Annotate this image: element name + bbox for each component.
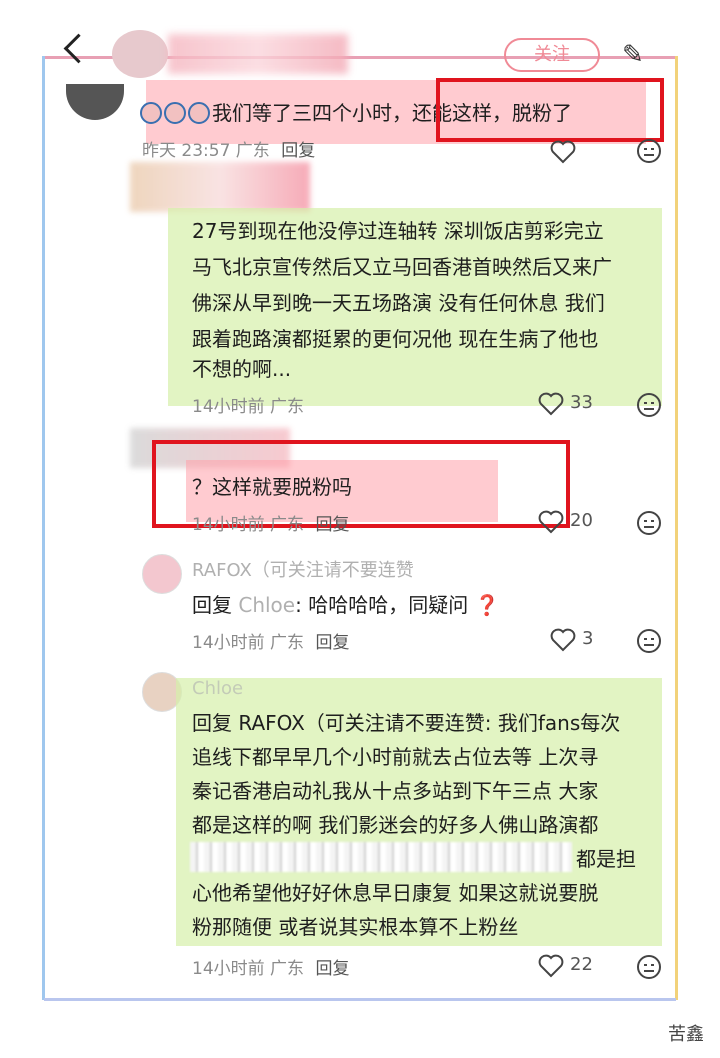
- avatar[interactable]: [66, 84, 124, 120]
- comment-text-line: 追线下都早早几个小时前就去占位去等 上次寻: [192, 745, 599, 769]
- comment-text: 回复 Chloe: 哈哈哈哈，同疑问 ❓: [192, 593, 500, 617]
- reply-button[interactable]: 回复: [315, 515, 349, 535]
- comment-text-line: 跟着跑路演都挺累的更何况他 现在生病了他也: [192, 327, 599, 351]
- redacted-text: [190, 842, 572, 872]
- like-count: 3: [582, 628, 594, 649]
- username[interactable]: RAFOX（可关注请不要连赞: [192, 554, 414, 588]
- comment-meta: 14小时前 广东 回复: [192, 959, 350, 979]
- heart-icon[interactable]: [550, 140, 576, 164]
- dislike-icon[interactable]: [636, 954, 662, 980]
- comment-meta: 昨天 23:57 广东 回复: [142, 141, 316, 161]
- comment-text-line: 都是担: [576, 847, 636, 871]
- comment-meta: 14小时前 广东 回复: [192, 633, 350, 653]
- comment-meta: 14小时前 广东: [192, 397, 305, 417]
- like-count: 20: [570, 510, 593, 531]
- comment-text-line: 秦记香港启动礼我从十点多站到下午三点 大家: [192, 779, 599, 803]
- author-avatar[interactable]: [112, 30, 168, 78]
- red-annotation-box: [436, 78, 664, 142]
- watermark: 苦鑫: [668, 1024, 704, 1045]
- avatar[interactable]: [130, 162, 310, 212]
- frame-bottom-border: [44, 998, 676, 1001]
- comment-text-line: 佛深从早到晚一天五场路演 没有任何休息 我们: [192, 291, 605, 315]
- comment-text-line: 都是这样的啊 我们影迷会的好多人佛山路演都: [192, 813, 599, 837]
- follow-button[interactable]: 关注: [504, 38, 600, 72]
- comment-meta: 14小时前 广东 回复: [192, 515, 350, 535]
- author-name-blurred: [168, 34, 348, 74]
- emoji-icon: [188, 102, 210, 124]
- reply-button[interactable]: 回复: [281, 141, 315, 161]
- comment-text-line: 心他希望他好好休息早日康复 如果这就说要脱: [192, 881, 599, 905]
- comment-text-line: 粉那随便 或者说其实根本算不上粉丝: [192, 915, 519, 939]
- share-icon[interactable]: ✎: [622, 40, 644, 70]
- frame-left-border: [42, 56, 45, 1000]
- like-count: 22: [570, 954, 593, 975]
- comment-text-line: 回复 RAFOX（可关注请不要连赞: 我们fans每次: [192, 711, 621, 735]
- comment-text-line: 27号到现在他没停过连轴转 深圳饭店剪彩完立: [192, 219, 604, 243]
- heart-icon[interactable]: [538, 510, 564, 534]
- dislike-icon[interactable]: [636, 138, 662, 164]
- question-emoji: ❓: [474, 593, 500, 617]
- reply-button[interactable]: 回复: [315, 959, 349, 979]
- frame-right-border: [675, 56, 678, 1000]
- comment-text-line: 不想的啊...: [192, 357, 292, 381]
- dislike-icon[interactable]: [636, 628, 662, 654]
- heart-icon[interactable]: [538, 392, 564, 416]
- comment-text-line: 马飞北京宣传然后又立马回香港首映然后又来广: [192, 255, 612, 279]
- heart-icon[interactable]: [538, 954, 564, 978]
- avatar[interactable]: [142, 554, 182, 594]
- emoji-icon: [140, 102, 162, 124]
- emoji-icon: [164, 102, 186, 124]
- dislike-icon[interactable]: [636, 510, 662, 536]
- dislike-icon[interactable]: [636, 392, 662, 418]
- reply-to-username[interactable]: Chloe: [238, 593, 295, 617]
- reply-button[interactable]: 回复: [315, 633, 349, 653]
- heart-icon[interactable]: [550, 628, 576, 652]
- username[interactable]: Chloe: [192, 672, 243, 706]
- like-count: 33: [570, 392, 593, 413]
